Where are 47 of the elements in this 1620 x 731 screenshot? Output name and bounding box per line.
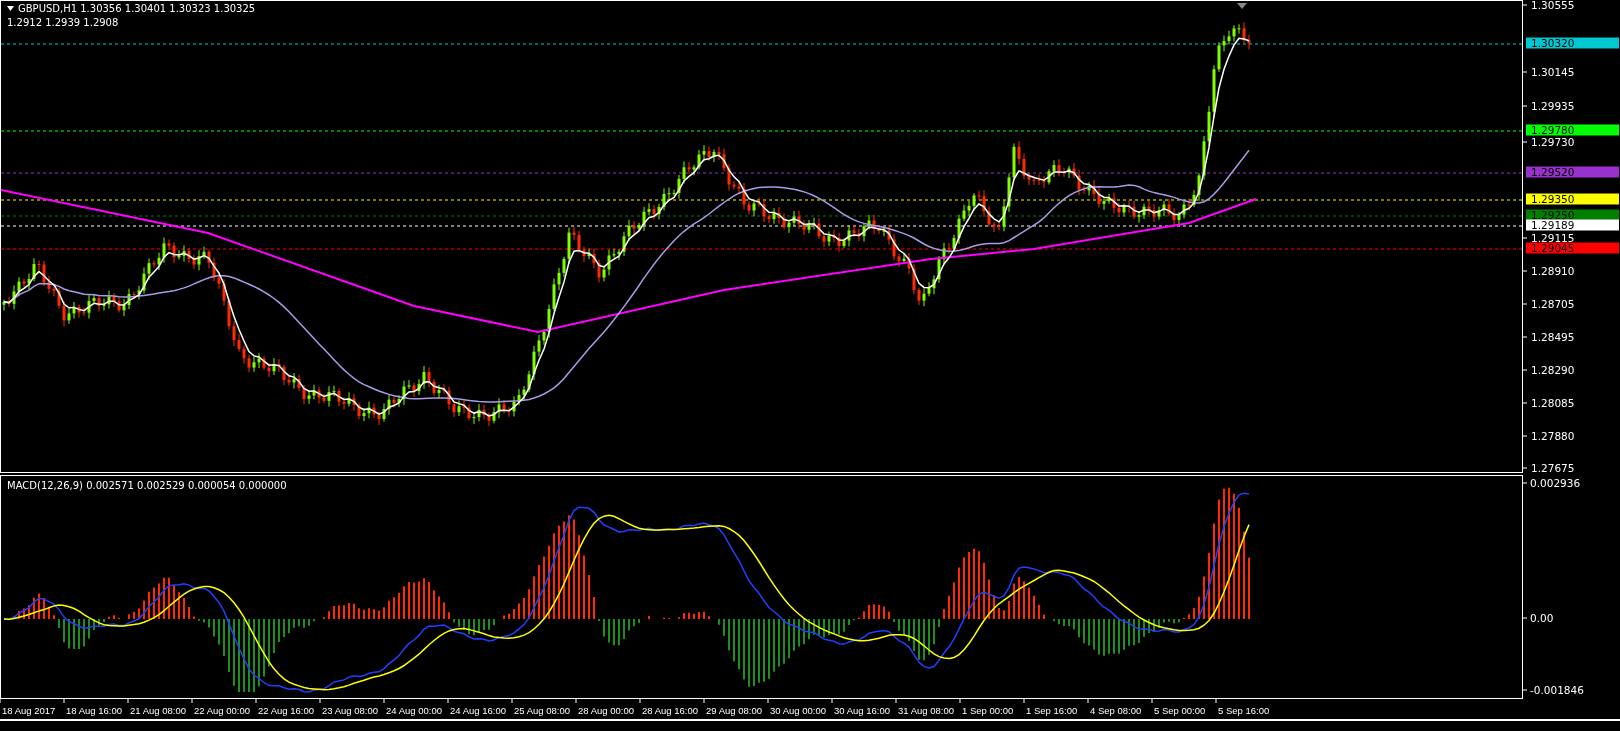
time-tick-label: 24 Aug 00:00 (386, 705, 442, 716)
time-tick-label: 1 Sep 16:00 (1026, 705, 1078, 716)
time-tick-label: 23 Aug 08:00 (322, 705, 378, 716)
price-level-tag: 1.30320 (1526, 37, 1619, 49)
dropdown-icon[interactable] (7, 6, 14, 11)
indicator-values: 1.2912 1.2939 1.2908 (7, 17, 119, 28)
time-tick-label: 28 Aug 16:00 (642, 705, 698, 716)
price-tick-label: 1.29730 (1531, 136, 1575, 148)
price-tick-label: 1.30555 (1531, 0, 1575, 11)
time-tick-label: 18 Aug 16:00 (66, 705, 122, 716)
time-tick-label: 31 Aug 08:00 (898, 705, 954, 716)
price-tick-label: 1.28705 (1531, 298, 1575, 310)
time-tick-label: 24 Aug 16:00 (450, 705, 506, 716)
time-tick-label: 4 Sep 08:00 (1090, 705, 1142, 716)
time-tick-label: 30 Aug 16:00 (834, 705, 890, 716)
price-tick-label: 1.28085 (1531, 397, 1575, 409)
price-level-tag: 1.29780 (1526, 124, 1619, 136)
time-tick-label: 21 Aug 08:00 (130, 705, 186, 716)
macd-values: MACD(12,26,9) 0.002571 0.002529 0.000054 0.000000 (7, 480, 287, 491)
price-tick-label: 1.27880 (1531, 430, 1575, 442)
time-tick-label: 29 Aug 08:00 (706, 705, 762, 716)
symbol-quote: GBPUSD,H1 1.30356 1.30401 1.30323 1.30325 (18, 3, 256, 14)
macd-tick-label: 0.00 (1530, 612, 1554, 624)
time-tick-label: 28 Aug 00:00 (578, 705, 634, 716)
shift-marker-icon (1237, 3, 1247, 9)
price-level-tag: 1.29350 (1526, 193, 1619, 205)
time-tick-label: 25 Aug 08:00 (514, 705, 570, 716)
time-tick-label: 5 Sep 16:00 (1218, 705, 1270, 716)
price-tick-label: 1.29115 (1531, 232, 1575, 244)
time-tick-label: 1 Sep 00:00 (962, 705, 1014, 716)
time-tick-label: 22 Aug 00:00 (194, 705, 250, 716)
price-tick-label: 1.28910 (1531, 265, 1575, 277)
price-level-tag: 1.29045 (1526, 242, 1619, 254)
time-tick-label: 18 Aug 2017 (2, 705, 56, 716)
price-tick-label: 1.30145 (1531, 66, 1575, 78)
price-tick-label: 1.29935 (1531, 100, 1575, 112)
price-level-tag: 1.29520 (1526, 166, 1619, 178)
time-tick-label: 30 Aug 00:00 (770, 705, 826, 716)
time-tick-label: 22 Aug 16:00 (258, 705, 314, 716)
price-tick-label: 1.27675 (1531, 462, 1575, 473)
macd-tick-label: -0.001846 (1530, 684, 1584, 696)
time-tick-label: 5 Sep 00:00 (1154, 705, 1206, 716)
price-tick-label: 1.28290 (1531, 364, 1575, 376)
price-tick-label: 1.28495 (1531, 331, 1575, 343)
price-level-tag: 1.29189 (1526, 219, 1619, 231)
price-level-tag: 1.29250 (1526, 209, 1619, 221)
macd-tick-label: 0.002936 (1530, 477, 1581, 489)
